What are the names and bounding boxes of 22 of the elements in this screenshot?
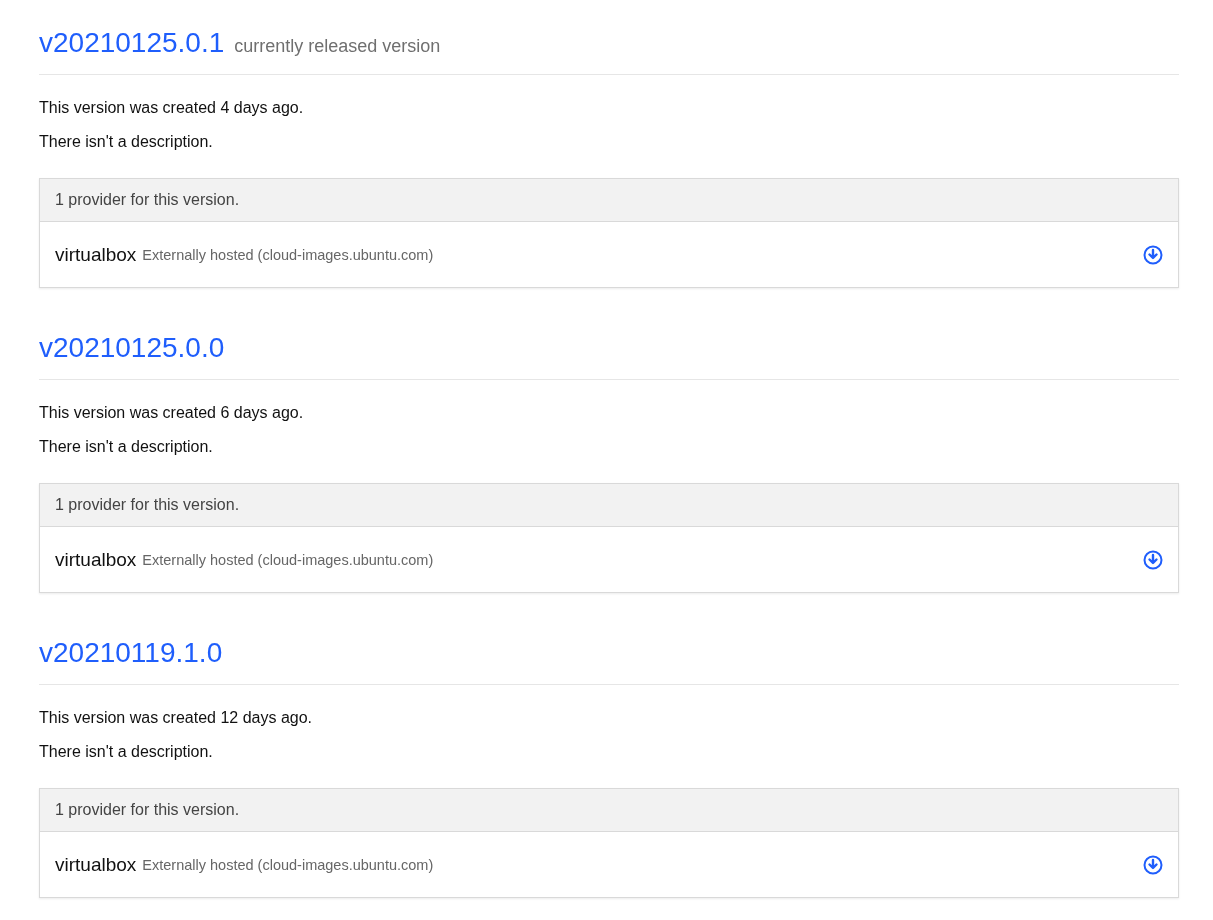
version-link[interactable]: v20210125.0.0 bbox=[39, 331, 225, 365]
hosting-text: Externally hosted (cloud-images.ubuntu.com) bbox=[142, 551, 435, 568]
version-link[interactable]: v20210119.1.0 bbox=[39, 636, 223, 670]
providers-header: 1 provider for this version. bbox=[40, 179, 1178, 222]
created-text: This version was created 4 days ago. bbox=[39, 98, 305, 118]
hosting-text: Externally hosted (cloud-images.ubuntu.com) bbox=[142, 246, 435, 263]
hosting-text: Externally hosted (cloud-images.ubuntu.com) bbox=[142, 856, 435, 873]
description-text: There isn't a description. bbox=[39, 742, 214, 762]
provider-name: virtualbox bbox=[55, 243, 137, 266]
description-text: There isn't a description. bbox=[39, 437, 214, 457]
created-text: This version was created 6 days ago. bbox=[39, 403, 305, 423]
download-icon[interactable] bbox=[1143, 549, 1163, 570]
description-text: There isn't a description. bbox=[39, 132, 214, 152]
version-link[interactable]: v20210125.0.1 bbox=[39, 26, 225, 60]
provider-name: virtualbox bbox=[55, 548, 137, 571]
provider-name: virtualbox bbox=[55, 853, 137, 876]
download-icon[interactable] bbox=[1143, 854, 1163, 875]
providers-header: 1 provider for this version. bbox=[40, 789, 1178, 832]
version-status: currently released version bbox=[234, 36, 441, 57]
created-text: This version was created 12 days ago. bbox=[39, 708, 314, 728]
download-icon[interactable] bbox=[1143, 244, 1163, 265]
providers-header: 1 provider for this version. bbox=[40, 484, 1178, 527]
